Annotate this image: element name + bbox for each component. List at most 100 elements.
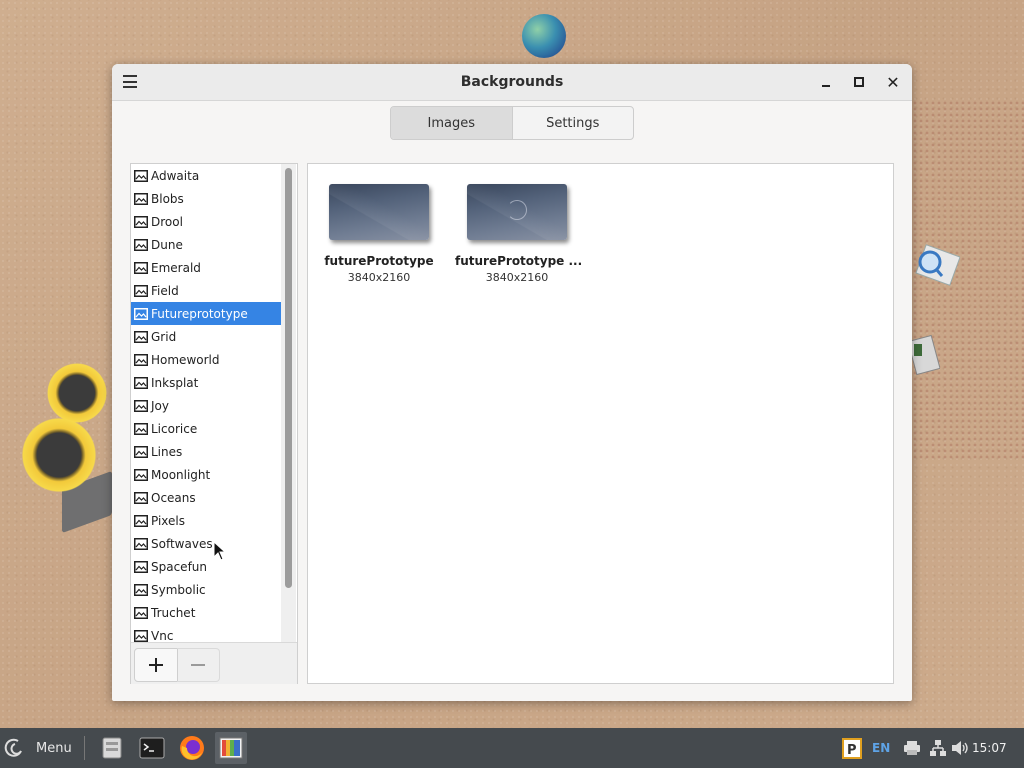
maximize-icon <box>854 77 864 87</box>
image-icon <box>134 284 148 297</box>
list-item[interactable]: Symbolic <box>131 578 281 601</box>
list-item[interactable]: Adwaita <box>131 164 281 187</box>
backgrounds-app-launcher[interactable] <box>215 732 247 764</box>
thumbnail-name: futurePrototype <box>324 254 434 268</box>
image-icon <box>134 468 148 481</box>
list-item[interactable]: Inksplat <box>131 371 281 394</box>
thumbnail-item[interactable]: futurePrototype ... 3840x2160 <box>455 184 582 284</box>
list-item[interactable]: Moonlight <box>131 463 281 486</box>
thumbnail-item[interactable]: futurePrototype 3840x2160 <box>317 184 441 284</box>
window-title: Backgrounds <box>460 74 564 90</box>
tray-app-icon[interactable]: P <box>840 734 864 762</box>
list-item[interactable]: Homeworld <box>131 348 281 371</box>
clock[interactable]: 15:07 <box>972 734 1007 762</box>
file-manager-launcher[interactable] <box>96 732 128 764</box>
list-item-label: Truchet <box>151 605 196 620</box>
list-item[interactable]: Drool <box>131 210 281 233</box>
list-item[interactable]: Pixels <box>131 509 281 532</box>
volume-icon[interactable] <box>950 734 970 762</box>
list-item-label: Grid <box>151 329 177 344</box>
add-button[interactable] <box>134 648 178 682</box>
close-icon: ✕ <box>886 72 900 92</box>
printer-icon[interactable] <box>902 734 922 762</box>
list-item-label: Dune <box>151 237 183 252</box>
list-item-label: Blobs <box>151 191 184 206</box>
list-item-label: Adwaita <box>151 168 200 183</box>
image-icon <box>134 491 148 504</box>
tab-switcher: Images Settings <box>390 106 634 140</box>
list-item[interactable]: Licorice <box>131 417 281 440</box>
terminal-launcher[interactable] <box>136 732 168 764</box>
image-icon <box>134 583 148 596</box>
image-icon <box>134 192 148 205</box>
debian-swirl-icon <box>507 200 527 220</box>
background-sets-sidebar: Adwaita Blobs Drool Dune Emerald Field Futurep… <box>130 163 298 684</box>
list-item[interactable]: Vnc <box>131 624 281 642</box>
list-item-label: Pixels <box>151 513 186 528</box>
thumbnail-size: 3840x2160 <box>485 271 549 284</box>
list-item-label: Softwaves <box>151 536 213 551</box>
sunflower-decoration <box>18 414 100 496</box>
list-item[interactable]: Dune <box>131 233 281 256</box>
device-desktop-icon <box>910 334 940 376</box>
list-item[interactable]: Spacefun <box>131 555 281 578</box>
list-item[interactable]: Oceans <box>131 486 281 509</box>
list-item-label: Oceans <box>151 490 196 505</box>
list-item[interactable]: Grid <box>131 325 281 348</box>
minimize-icon <box>822 85 830 87</box>
hamburger-menu-icon[interactable] <box>123 75 137 88</box>
thumbnail-image[interactable] <box>467 184 567 240</box>
thumbnail-size: 3840x2160 <box>347 271 411 284</box>
title-bar: Backgrounds ✕ <box>112 64 912 101</box>
image-icon <box>134 330 148 343</box>
list-item[interactable]: Field <box>131 279 281 302</box>
list-item[interactable]: Emerald <box>131 256 281 279</box>
image-icon <box>134 606 148 619</box>
image-icon <box>134 169 148 182</box>
list-item-label: Futureprototype <box>151 306 248 321</box>
list-item[interactable]: Joy <box>131 394 281 417</box>
keyboard-layout-indicator[interactable]: EN <box>872 734 890 762</box>
list-item[interactable]: Truchet <box>131 601 281 624</box>
firefox-icon <box>180 736 204 760</box>
image-icon <box>134 307 148 320</box>
image-icon <box>134 537 148 550</box>
image-icon <box>134 399 148 412</box>
list-item[interactable]: Softwaves <box>131 532 281 555</box>
image-icon <box>134 422 148 435</box>
tab-settings[interactable]: Settings <box>511 107 634 139</box>
sidebar-toolbar <box>131 642 297 684</box>
tab-images[interactable]: Images <box>391 107 512 139</box>
globe-desktop-icon <box>522 14 566 58</box>
image-icon <box>134 261 148 274</box>
menu-button[interactable]: Menu <box>4 732 72 764</box>
taskbar: Menu P EN 15:07 <box>0 728 1024 768</box>
list-item[interactable]: Futureprototype <box>131 302 281 325</box>
list-item[interactable]: Blobs <box>131 187 281 210</box>
plus-icon <box>149 658 163 672</box>
image-icon <box>134 215 148 228</box>
network-icon[interactable] <box>928 734 948 762</box>
clipboard-icon: P <box>842 738 862 759</box>
menu-label: Menu <box>36 740 72 756</box>
file-manager-icon <box>102 737 122 759</box>
minimize-button[interactable] <box>815 71 837 93</box>
background-sets-list: Adwaita Blobs Drool Dune Emerald Field Futurep… <box>131 164 281 642</box>
svg-text:P: P <box>847 743 857 758</box>
list-item[interactable]: Lines <box>131 440 281 463</box>
image-icon <box>134 445 148 458</box>
list-item-label: Joy <box>151 398 169 413</box>
mouse-cursor-icon <box>213 541 227 561</box>
list-item-label: Moonlight <box>151 467 211 482</box>
sidebar-scrollbar[interactable] <box>281 164 296 642</box>
remove-button[interactable] <box>177 648 220 682</box>
firefox-launcher[interactable] <box>176 732 208 764</box>
debian-logo-icon <box>4 738 22 757</box>
maximize-button[interactable] <box>848 71 870 93</box>
scrollbar-thumb[interactable] <box>285 168 292 588</box>
thumbnail-image[interactable] <box>329 184 429 240</box>
image-icon <box>134 514 148 527</box>
image-icon <box>134 629 148 642</box>
close-button[interactable]: ✕ <box>882 71 904 93</box>
list-item-label: Drool <box>151 214 183 229</box>
